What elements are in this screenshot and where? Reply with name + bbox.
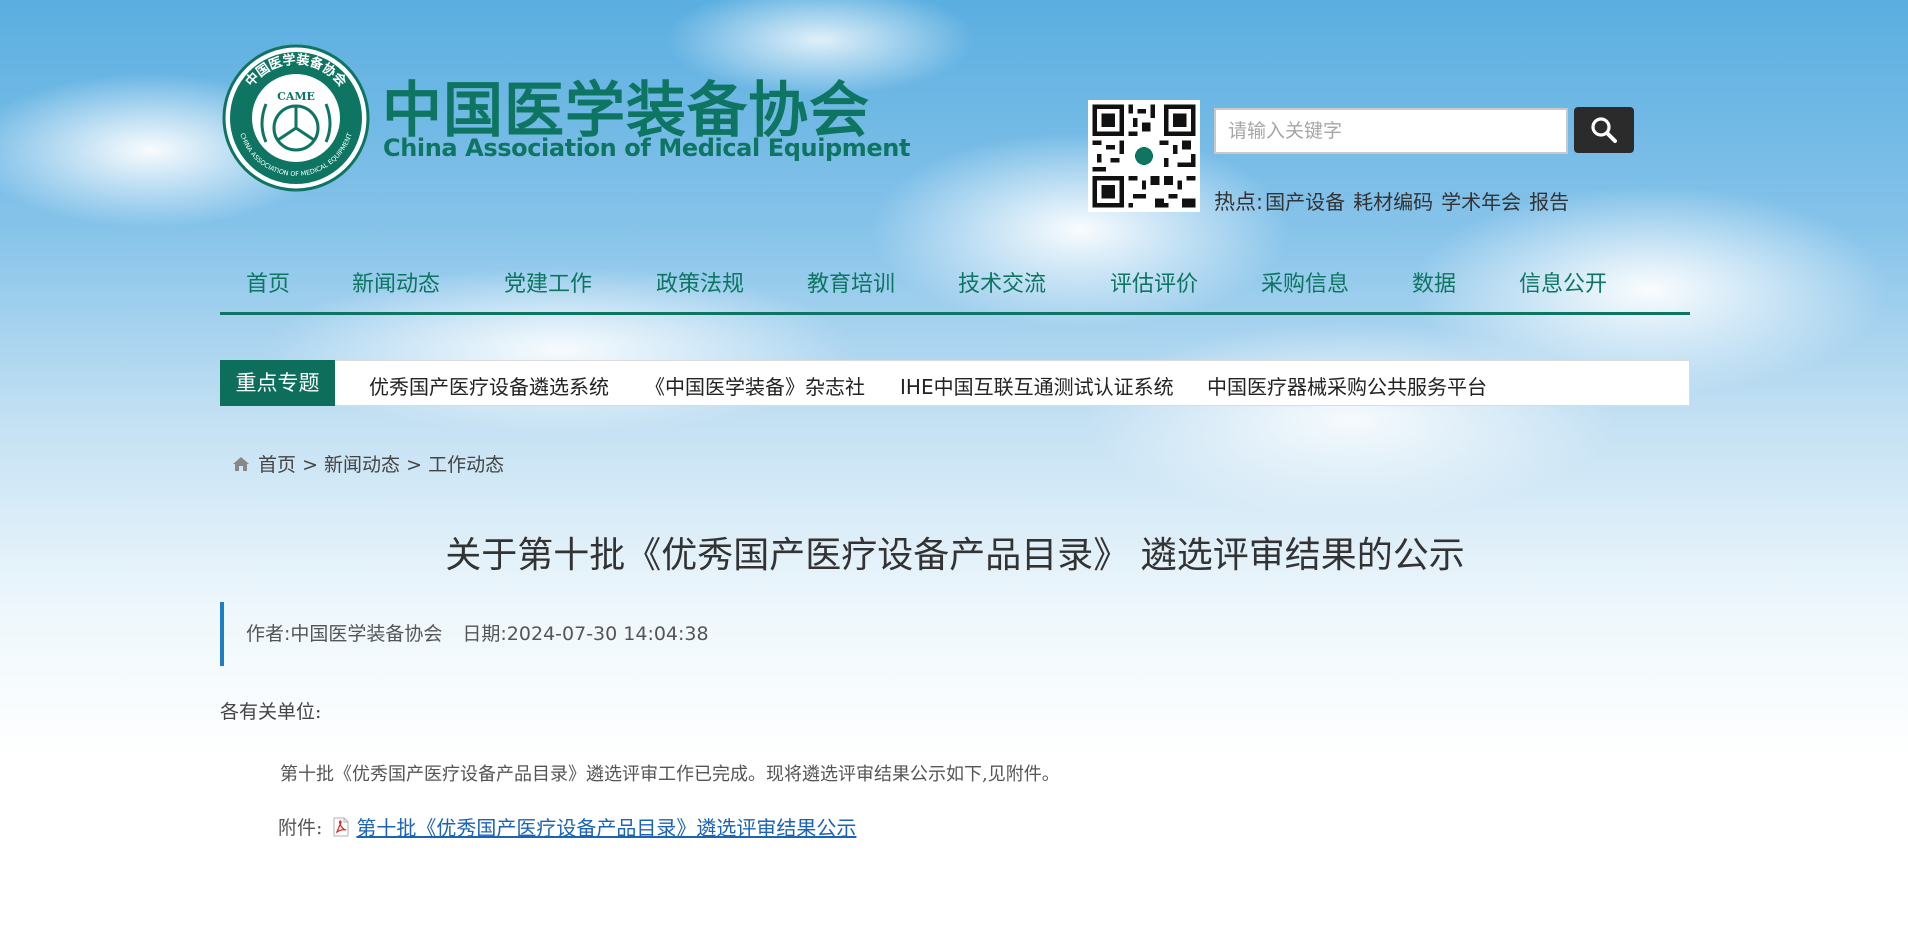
magnifier-icon [1591,117,1617,143]
focus-link-procurement-platform[interactable]: 中国医疗器械采购公共服务平台 [1207,371,1487,400]
search-box [1214,108,1568,154]
hot-topics: 热点: 国产设备 耗材编码 学术年会 报告 [1214,186,1569,216]
pdf-icon [333,817,349,836]
page-container: 中国医学装备协会 CHINA ASSOCIATION OF MEDICAL EQ… [220,0,1690,946]
focus-link-ihe[interactable]: IHE中国互联互通测试认证系统 [900,371,1174,400]
nav-item-data[interactable]: 数据 [1412,266,1456,298]
nav-item-policy[interactable]: 政策法规 [656,266,744,298]
breadcrumb-news[interactable]: 新闻动态 [324,454,400,476]
nav-item-education[interactable]: 教育培训 [807,266,895,298]
nav-item-party-building[interactable]: 党建工作 [504,266,592,298]
breadcrumb-separator: > [406,454,423,476]
hot-label: 热点: [1214,190,1264,214]
nav-item-evaluation[interactable]: 评估评价 [1110,266,1198,298]
article-date: 日期:2024-07-30 14:04:38 [462,623,709,645]
qr-code [1088,100,1200,212]
hot-item-report[interactable]: 报告 [1529,190,1569,214]
nav-item-news[interactable]: 新闻动态 [352,266,440,298]
focus-tag: 重点专题 [220,360,335,406]
hot-item-annual-conference[interactable]: 学术年会 [1441,190,1521,214]
article-attachment: 附件: 第十批《优秀国产医疗设备产品目录》遴选评审结果公示 [278,812,856,841]
search-button[interactable] [1574,107,1634,153]
nav-item-home[interactable]: 首页 [246,266,290,298]
svg-text:CAME: CAME [277,90,315,103]
org-name-en[interactable]: China Association of Medical Equipment [383,134,910,162]
breadcrumb-separator: > [302,454,318,476]
focus-topics-bar: 重点专题 优秀国产医疗设备遴选系统 《中国医学装备》杂志社 IHE中国互联互通测… [220,360,1690,406]
logo-emblem[interactable]: 中国医学装备协会 CHINA ASSOCIATION OF MEDICAL EQ… [222,44,370,192]
main-nav: 首页 新闻动态 党建工作 政策法规 教育培训 技术交流 评估评价 采购信息 数据… [220,258,1690,315]
breadcrumb-work-news[interactable]: 工作动态 [428,454,504,476]
home-icon [233,457,249,471]
nav-item-info-disclosure[interactable]: 信息公开 [1519,266,1607,298]
nav-item-procurement[interactable]: 采购信息 [1261,266,1349,298]
attachment-label: 附件: [278,817,323,839]
nav-item-tech-exchange[interactable]: 技术交流 [958,266,1046,298]
breadcrumb: 首页 > 新闻动态 > 工作动态 [232,450,504,477]
article-title: 关于第十批《优秀国产医疗设备产品目录》 遴选评审结果的公示 [445,535,1465,576]
hot-item-consumables-coding[interactable]: 耗材编码 [1353,190,1433,214]
article-meta: 作者:中国医学装备协会 日期:2024-07-30 14:04:38 [220,602,1690,666]
focus-link-selection-system[interactable]: 优秀国产医疗设备遴选系统 [369,371,609,400]
article-paragraph: 第十批《优秀国产医疗设备产品目录》遴选评审工作已完成。现将遴选评审结果公示如下,… [280,764,1060,785]
breadcrumb-home[interactable]: 首页 [258,454,296,476]
hot-item-domestic-equipment[interactable]: 国产设备 [1265,190,1345,214]
article-author: 作者:中国医学装备协会 [246,623,443,645]
attachment-link[interactable]: 第十批《优秀国产医疗设备产品目录》遴选评审结果公示 [356,812,856,841]
article-salutation: 各有关单位: [220,701,322,723]
focus-link-journal[interactable]: 《中国医学装备》杂志社 [645,371,865,400]
search-input[interactable] [1216,110,1566,152]
